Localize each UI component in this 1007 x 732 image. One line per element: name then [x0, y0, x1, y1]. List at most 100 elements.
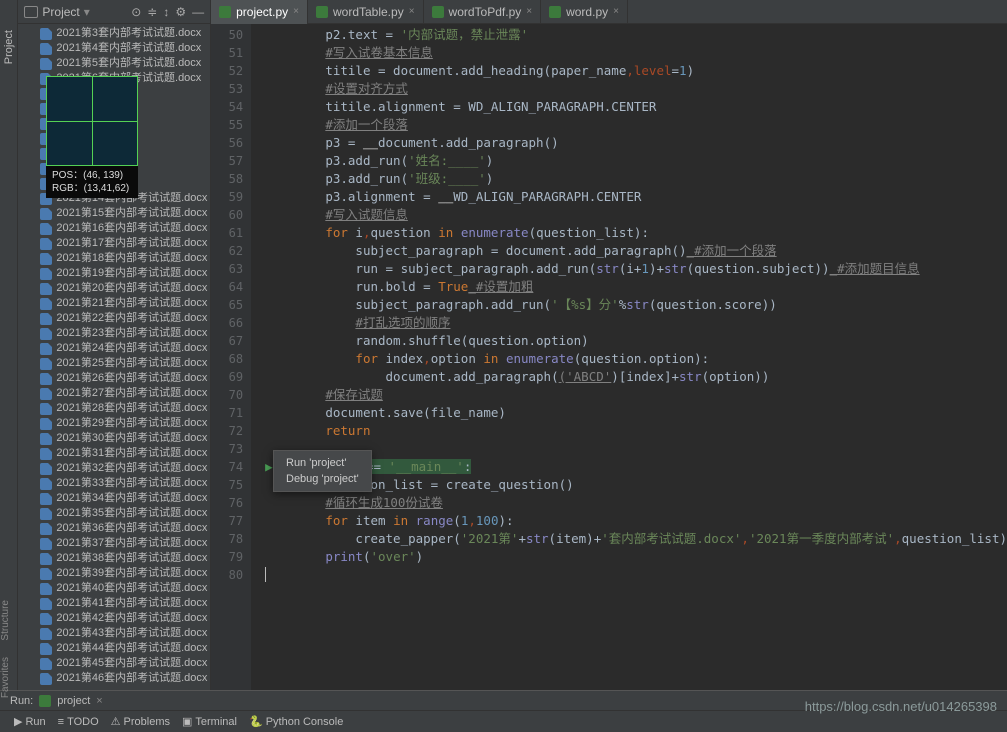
- file-name: 2021第38套内部考试试题.docx: [56, 551, 207, 566]
- tree-row[interactable]: 2021第32套内部考试试题.docx: [18, 461, 210, 476]
- tree-row[interactable]: 2021第5套内部考试试题.docx: [18, 56, 210, 71]
- editor-tab[interactable]: wordTable.py ×: [308, 0, 424, 24]
- docx-icon: [40, 223, 52, 235]
- ctx-run[interactable]: Run 'project': [274, 455, 371, 471]
- editor-tabs: project.py×wordTable.py×wordToPdf.py×wor…: [211, 0, 1007, 24]
- file-name: 2021第19套内部考试试题.docx: [56, 266, 207, 281]
- file-name: 2021第45套内部考试试题.docx: [56, 656, 207, 671]
- tree-row[interactable]: 2021第3套内部考试试题.docx: [18, 26, 210, 41]
- tree-row[interactable]: 2021第31套内部考试试题.docx: [18, 446, 210, 461]
- file-name: 2021第23套内部考试试题.docx: [56, 326, 207, 341]
- tree-row[interactable]: 2021第23套内部考试试题.docx: [18, 326, 210, 341]
- file-name: 2021第37套内部考试试题.docx: [56, 536, 207, 551]
- file-name: 2021第42套内部考试试题.docx: [56, 611, 207, 626]
- docx-icon: [40, 28, 52, 40]
- tree-row[interactable]: 2021第24套内部考试试题.docx: [18, 341, 210, 356]
- tree-row[interactable]: 2021第37套内部考试试题.docx: [18, 536, 210, 551]
- color-pos: POS：(46, 139): [52, 169, 132, 182]
- tree-row[interactable]: 2021第30套内部考试试题.docx: [18, 431, 210, 446]
- run-config-name[interactable]: project: [57, 695, 90, 707]
- structure-tool-tab[interactable]: Structure: [0, 600, 11, 641]
- tree-row[interactable]: 2021第36套内部考试试题.docx: [18, 521, 210, 536]
- close-icon[interactable]: ×: [613, 6, 619, 17]
- tree-row[interactable]: 2021第29套内部考试试题.docx: [18, 416, 210, 431]
- tree-row[interactable]: 2021第44套内部考试试题.docx: [18, 641, 210, 656]
- docx-icon: [40, 268, 52, 280]
- close-icon[interactable]: ×: [526, 6, 532, 17]
- python-icon: [432, 6, 444, 18]
- tree-row[interactable]: 2021第21套内部考试试题.docx: [18, 296, 210, 311]
- tree-row[interactable]: 2021第38套内部考试试题.docx: [18, 551, 210, 566]
- locate-icon[interactable]: ⊙: [131, 5, 141, 19]
- editor-tab[interactable]: wordToPdf.py×: [424, 0, 542, 24]
- tab-label: word.py: [566, 5, 608, 19]
- tree-row[interactable]: 2021第33套内部考试试题.docx: [18, 476, 210, 491]
- tree-row[interactable]: 2021第18套内部考试试题.docx: [18, 251, 210, 266]
- file-name: 2021第15套内部考试试题.docx: [56, 206, 207, 221]
- editor-tab[interactable]: word.py ×: [541, 0, 628, 24]
- hide-icon[interactable]: —: [192, 5, 204, 19]
- tree-row[interactable]: 2021第26套内部考试试题.docx: [18, 371, 210, 386]
- editor-tab[interactable]: project.py×: [211, 0, 308, 24]
- tree-row[interactable]: 2021第16套内部考试试题.docx: [18, 221, 210, 236]
- tree-row[interactable]: 2021第42套内部考试试题.docx: [18, 611, 210, 626]
- tree-row[interactable]: 2021第39套内部考试试题.docx: [18, 566, 210, 581]
- line-gutter[interactable]: 5051525354555657585960616263646566676869…: [211, 24, 251, 690]
- tree-row[interactable]: 2021第34套内部考试试题.docx: [18, 491, 210, 506]
- file-name: 2021第21套内部考试试题.docx: [56, 296, 207, 311]
- file-name: 2021第43套内部考试试题.docx: [56, 626, 207, 641]
- tree-row[interactable]: 2021第43套内部考试试题.docx: [18, 626, 210, 641]
- tree-row[interactable]: 2021第40套内部考试试题.docx: [18, 581, 210, 596]
- tree-row[interactable]: 2021第17套内部考试试题.docx: [18, 236, 210, 251]
- code-editor[interactable]: p2.text = '内部试题，禁止泄露' #写入试卷基本信息 titile =…: [251, 24, 1007, 690]
- file-name: 2021第41套内部考试试题.docx: [56, 596, 207, 611]
- tree-row[interactable]: 2021第46套内部考试试题.docx: [18, 671, 210, 686]
- file-name: 2021第39套内部考试试题.docx: [56, 566, 207, 581]
- file-name: 2021第4套内部考试试题.docx: [56, 41, 201, 56]
- tree-row[interactable]: 2021第4套内部考试试题.docx: [18, 41, 210, 56]
- favorites-tool-tab[interactable]: Favorites: [0, 657, 11, 698]
- tree-row[interactable]: 2021第15套内部考试试题.docx: [18, 206, 210, 221]
- docx-icon: [40, 493, 52, 505]
- gear-icon[interactable]: ⚙: [175, 5, 186, 19]
- tree-row[interactable]: 2021第27套内部考试试题.docx: [18, 386, 210, 401]
- bottom-tab[interactable]: ≡TODO: [54, 716, 103, 728]
- expand-icon[interactable]: ≑: [147, 5, 157, 19]
- file-name: 2021第33套内部考试试题.docx: [56, 476, 207, 491]
- sidebar-header: Project ▾ ⊙ ≑ ↕ ⚙ —: [18, 0, 210, 24]
- python-icon: [219, 6, 231, 18]
- bottom-tab[interactable]: ▶Run: [10, 715, 50, 728]
- file-name: 2021第26套内部考试试题.docx: [56, 371, 207, 386]
- file-name: 2021第5套内部考试试题.docx: [56, 56, 201, 71]
- tree-row[interactable]: 2021第28套内部考试试题.docx: [18, 401, 210, 416]
- tree-row[interactable]: 2021第41套内部考试试题.docx: [18, 596, 210, 611]
- file-name: 2021第3套内部考试试题.docx: [56, 26, 201, 41]
- docx-icon: [40, 358, 52, 370]
- tree-row[interactable]: 2021第19套内部考试试题.docx: [18, 266, 210, 281]
- color-picker-overlay: POS：(46, 139) RGB：(13,41,62): [46, 76, 138, 192]
- sidebar-title: Project: [42, 5, 79, 19]
- collapse-icon[interactable]: ↕: [163, 5, 169, 19]
- tree-row[interactable]: 2021第25套内部考试试题.docx: [18, 356, 210, 371]
- bottom-tab[interactable]: ⚠Problems: [107, 715, 174, 728]
- file-name: 2021第22套内部考试试题.docx: [56, 311, 207, 326]
- python-icon: [39, 695, 51, 707]
- docx-icon: [40, 283, 52, 295]
- file-name: 2021第34套内部考试试题.docx: [56, 491, 207, 506]
- file-name: 2021第40套内部考试试题.docx: [56, 581, 207, 596]
- tab-label: wordTable.py: [333, 5, 404, 19]
- python-icon: [549, 6, 561, 18]
- tree-row[interactable]: 2021第45套内部考试试题.docx: [18, 656, 210, 671]
- project-tool-tab[interactable]: Project: [0, 0, 18, 690]
- tree-row[interactable]: 2021第35套内部考试试题.docx: [18, 506, 210, 521]
- docx-icon: [40, 253, 52, 265]
- bottom-tab[interactable]: 🐍Python Console: [245, 715, 347, 728]
- file-name: 2021第20套内部考试试题.docx: [56, 281, 207, 296]
- close-icon[interactable]: ×: [293, 6, 299, 17]
- tree-row[interactable]: 2021第20套内部考试试题.docx: [18, 281, 210, 296]
- bottom-tab[interactable]: ▣Terminal: [178, 715, 241, 728]
- tree-row[interactable]: 2021第22套内部考试试题.docx: [18, 311, 210, 326]
- ctx-debug[interactable]: Debug 'project': [274, 471, 371, 487]
- close-run-tab[interactable]: ×: [96, 695, 102, 707]
- close-icon[interactable]: ×: [409, 6, 415, 17]
